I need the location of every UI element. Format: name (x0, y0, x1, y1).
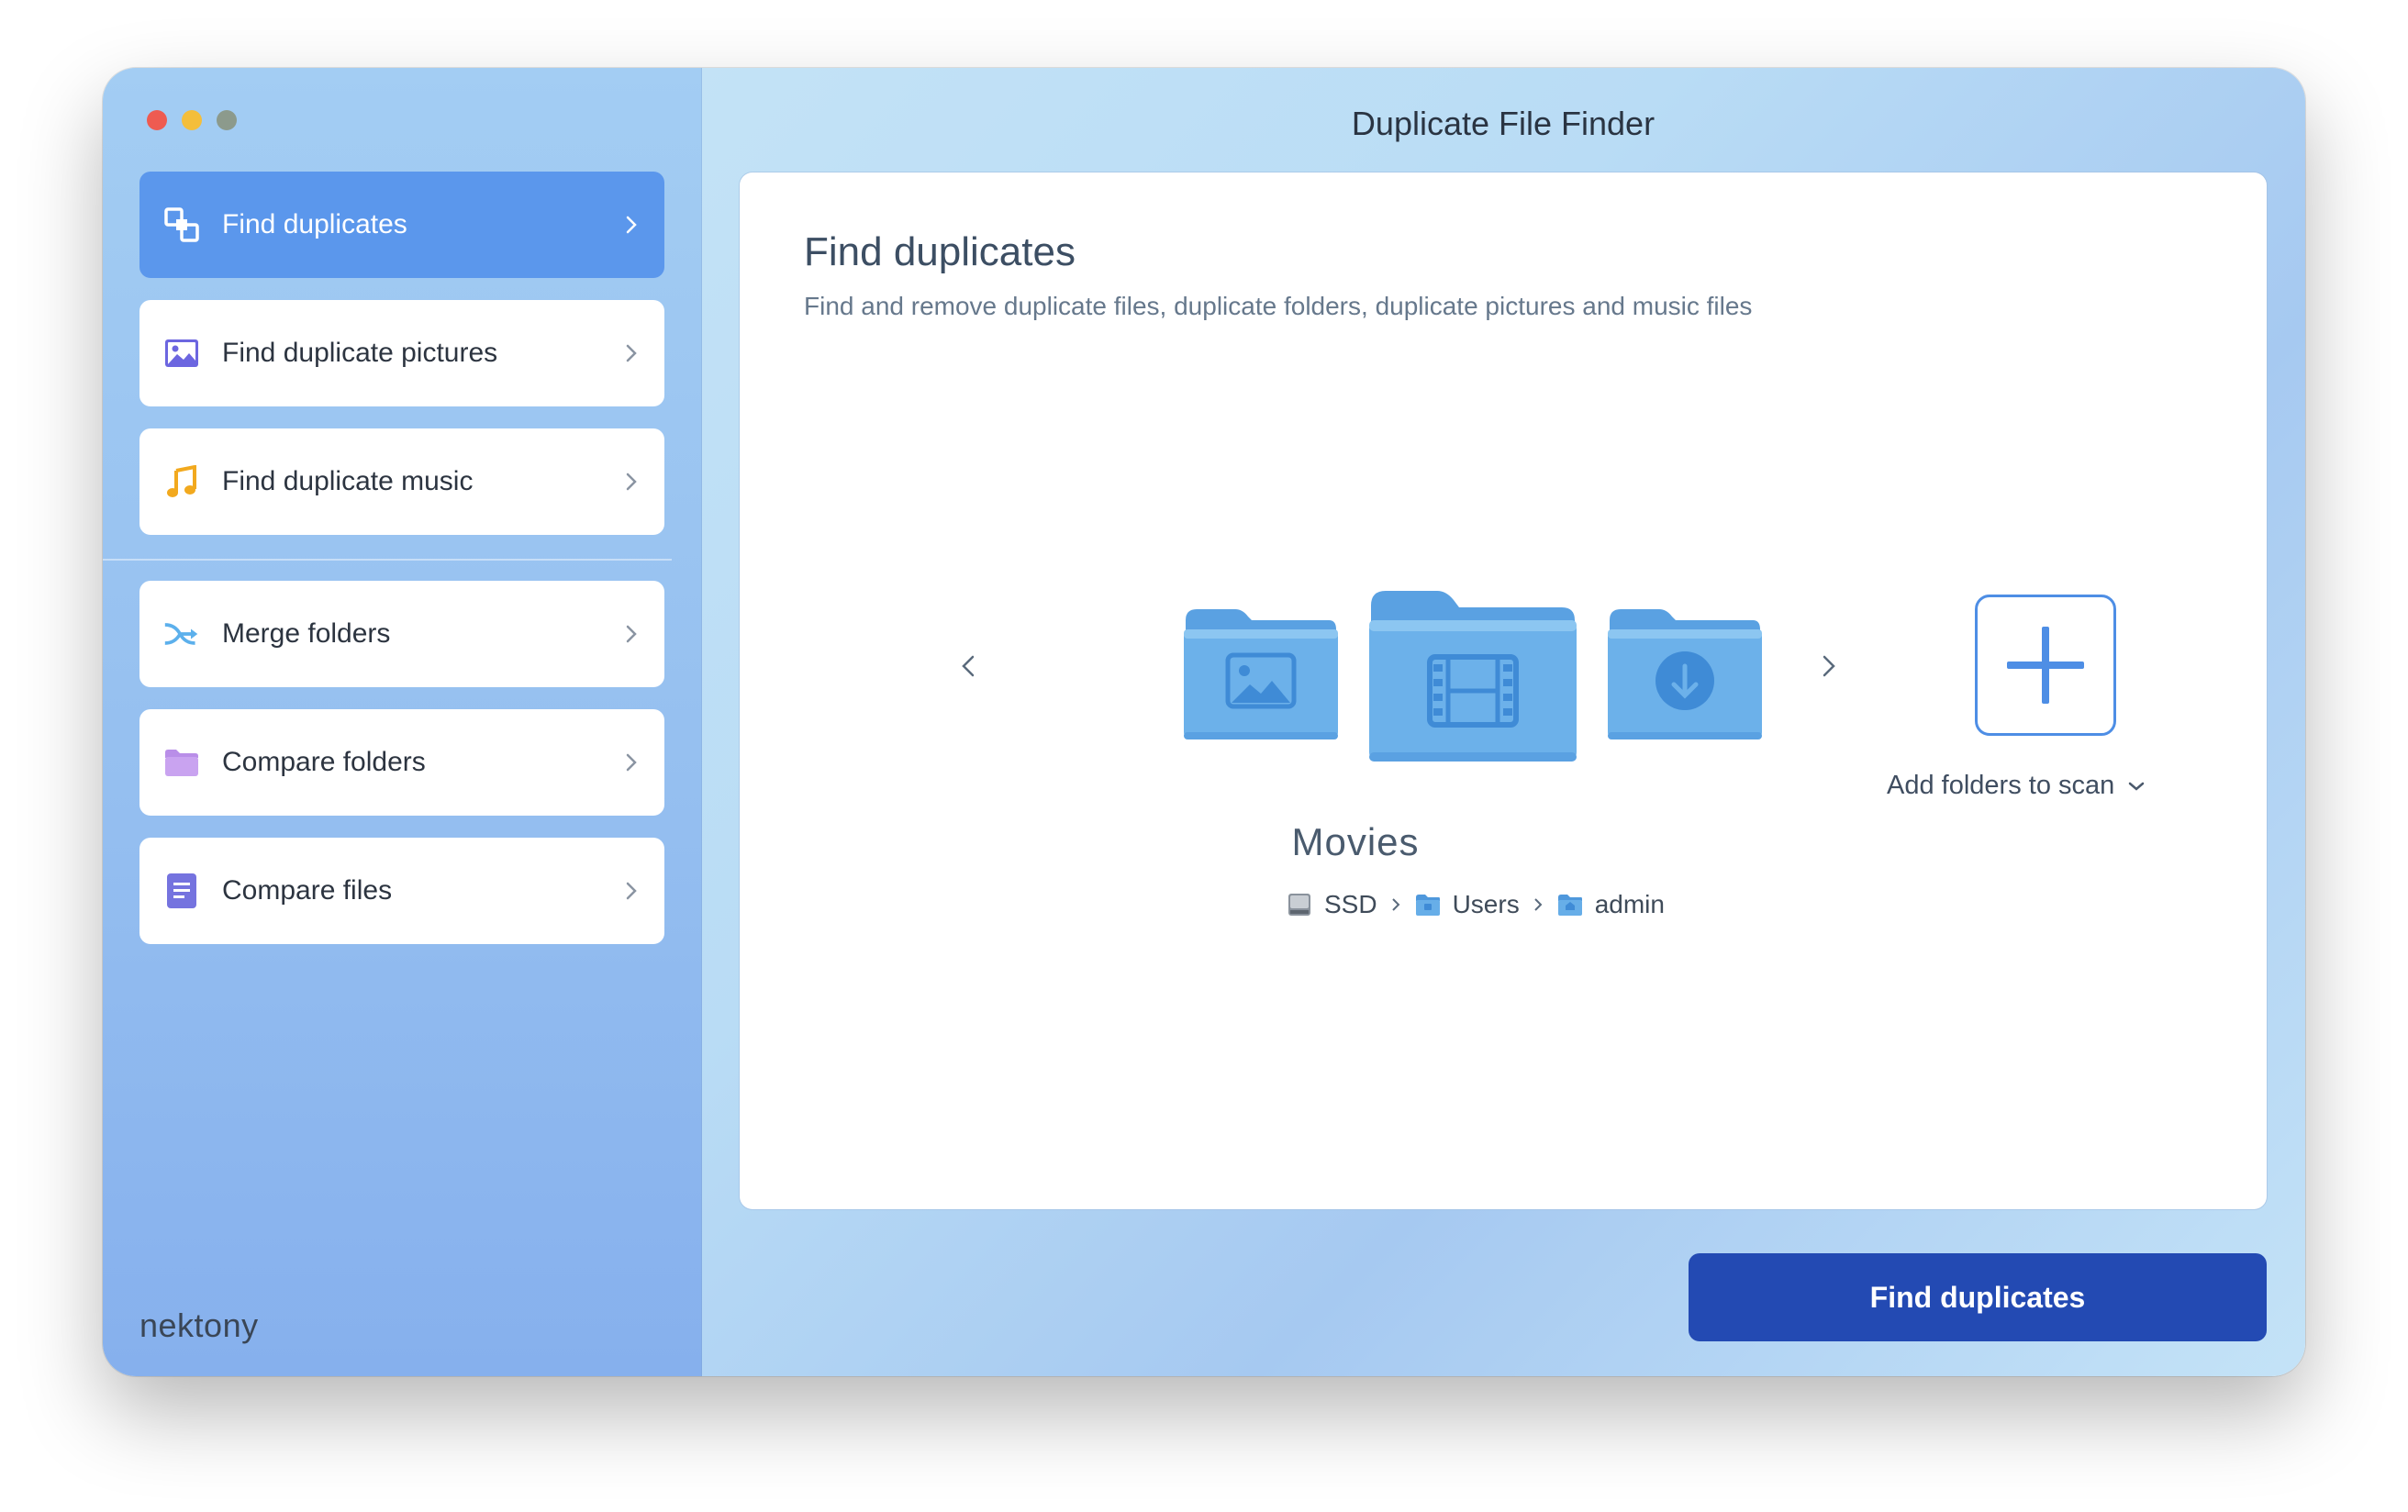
chevron-right-icon (626, 882, 637, 900)
plus-icon (2007, 627, 2084, 704)
sidebar-item-label: Find duplicate music (222, 466, 474, 496)
sidebar-item-label: Find duplicates (222, 209, 407, 239)
sidebar-item-compare-files[interactable]: Compare files (139, 838, 664, 944)
chevron-right-icon (626, 216, 637, 234)
sidebar-item-label: Compare files (222, 875, 393, 906)
zoom-button[interactable] (217, 110, 237, 130)
sidebar-item-merge-folders[interactable]: Merge folders (139, 581, 664, 687)
chevron-right-icon (626, 625, 637, 643)
document-icon (163, 873, 200, 909)
breadcrumb-item-ssd[interactable]: SSD (1286, 890, 1377, 919)
downloads-folder-icon[interactable] (1606, 606, 1764, 741)
page-title: Find duplicates (804, 229, 1076, 274)
find-duplicates-button[interactable]: Find duplicates (1689, 1253, 2267, 1341)
duplicate-squares-icon (163, 206, 200, 243)
chevron-down-icon (2129, 782, 2145, 791)
sidebar-divider (103, 559, 672, 561)
folder-icon (1415, 895, 1440, 916)
music-note-icon (163, 463, 200, 500)
close-button[interactable] (147, 110, 167, 130)
movies-folder-icon[interactable] (1367, 587, 1578, 765)
main-panel: Find duplicates Find and remove duplicat… (740, 172, 2267, 1209)
minimize-button[interactable] (182, 110, 202, 130)
sidebar-item-label: Compare folders (222, 747, 426, 777)
pictures-folder-icon[interactable] (1182, 606, 1340, 741)
breadcrumb: SSD Users admin (1286, 890, 1665, 919)
window-title: Duplicate File Finder (1351, 105, 1656, 142)
breadcrumb-label: Users (1452, 890, 1520, 918)
sidebar-item-find-duplicates[interactable]: Find duplicates (139, 172, 664, 278)
page-subtitle: Find and remove duplicate files, duplica… (804, 292, 1753, 320)
breadcrumb-item-admin[interactable]: admin (1556, 890, 1665, 919)
carousel-prev-button[interactable] (958, 650, 980, 683)
sidebar: Find duplicates Find duplicate pictures … (103, 68, 702, 1376)
breadcrumb-label: SSD (1324, 890, 1377, 918)
add-folder-button[interactable] (1975, 595, 2116, 736)
selected-folder-name: Movies (1291, 820, 1420, 863)
sidebar-item-label: Merge folders (222, 618, 391, 649)
app-window: Find duplicates Find duplicate pictures … (103, 68, 2305, 1376)
chevron-right-icon (1391, 898, 1399, 911)
breadcrumb-label: admin (1594, 890, 1665, 918)
chevron-right-icon (626, 472, 637, 491)
folder-icon (163, 744, 200, 781)
hard-drive-icon (1288, 894, 1310, 916)
nektony-logo: nektony (139, 1306, 259, 1344)
add-folders-label: Add folders to scan (1887, 771, 2115, 800)
breadcrumb-item-users[interactable]: Users (1414, 890, 1520, 919)
sidebar-item-compare-folders[interactable]: Compare folders (139, 709, 664, 816)
sidebar-item-label: Find duplicate pictures (222, 338, 498, 368)
chevron-right-icon (626, 753, 637, 772)
carousel-next-button[interactable] (1817, 650, 1839, 683)
merge-arrow-icon (163, 616, 200, 652)
home-folder-icon (1557, 895, 1582, 916)
add-folders-dropdown[interactable]: Add folders to scan (1887, 771, 2146, 801)
sidebar-item-find-duplicate-music[interactable]: Find duplicate music (139, 428, 664, 535)
window-controls (147, 110, 237, 130)
sidebar-item-find-duplicate-pictures[interactable]: Find duplicate pictures (139, 300, 664, 406)
chevron-right-icon (1533, 898, 1543, 911)
chevron-right-icon (626, 344, 637, 362)
picture-icon (163, 335, 200, 372)
